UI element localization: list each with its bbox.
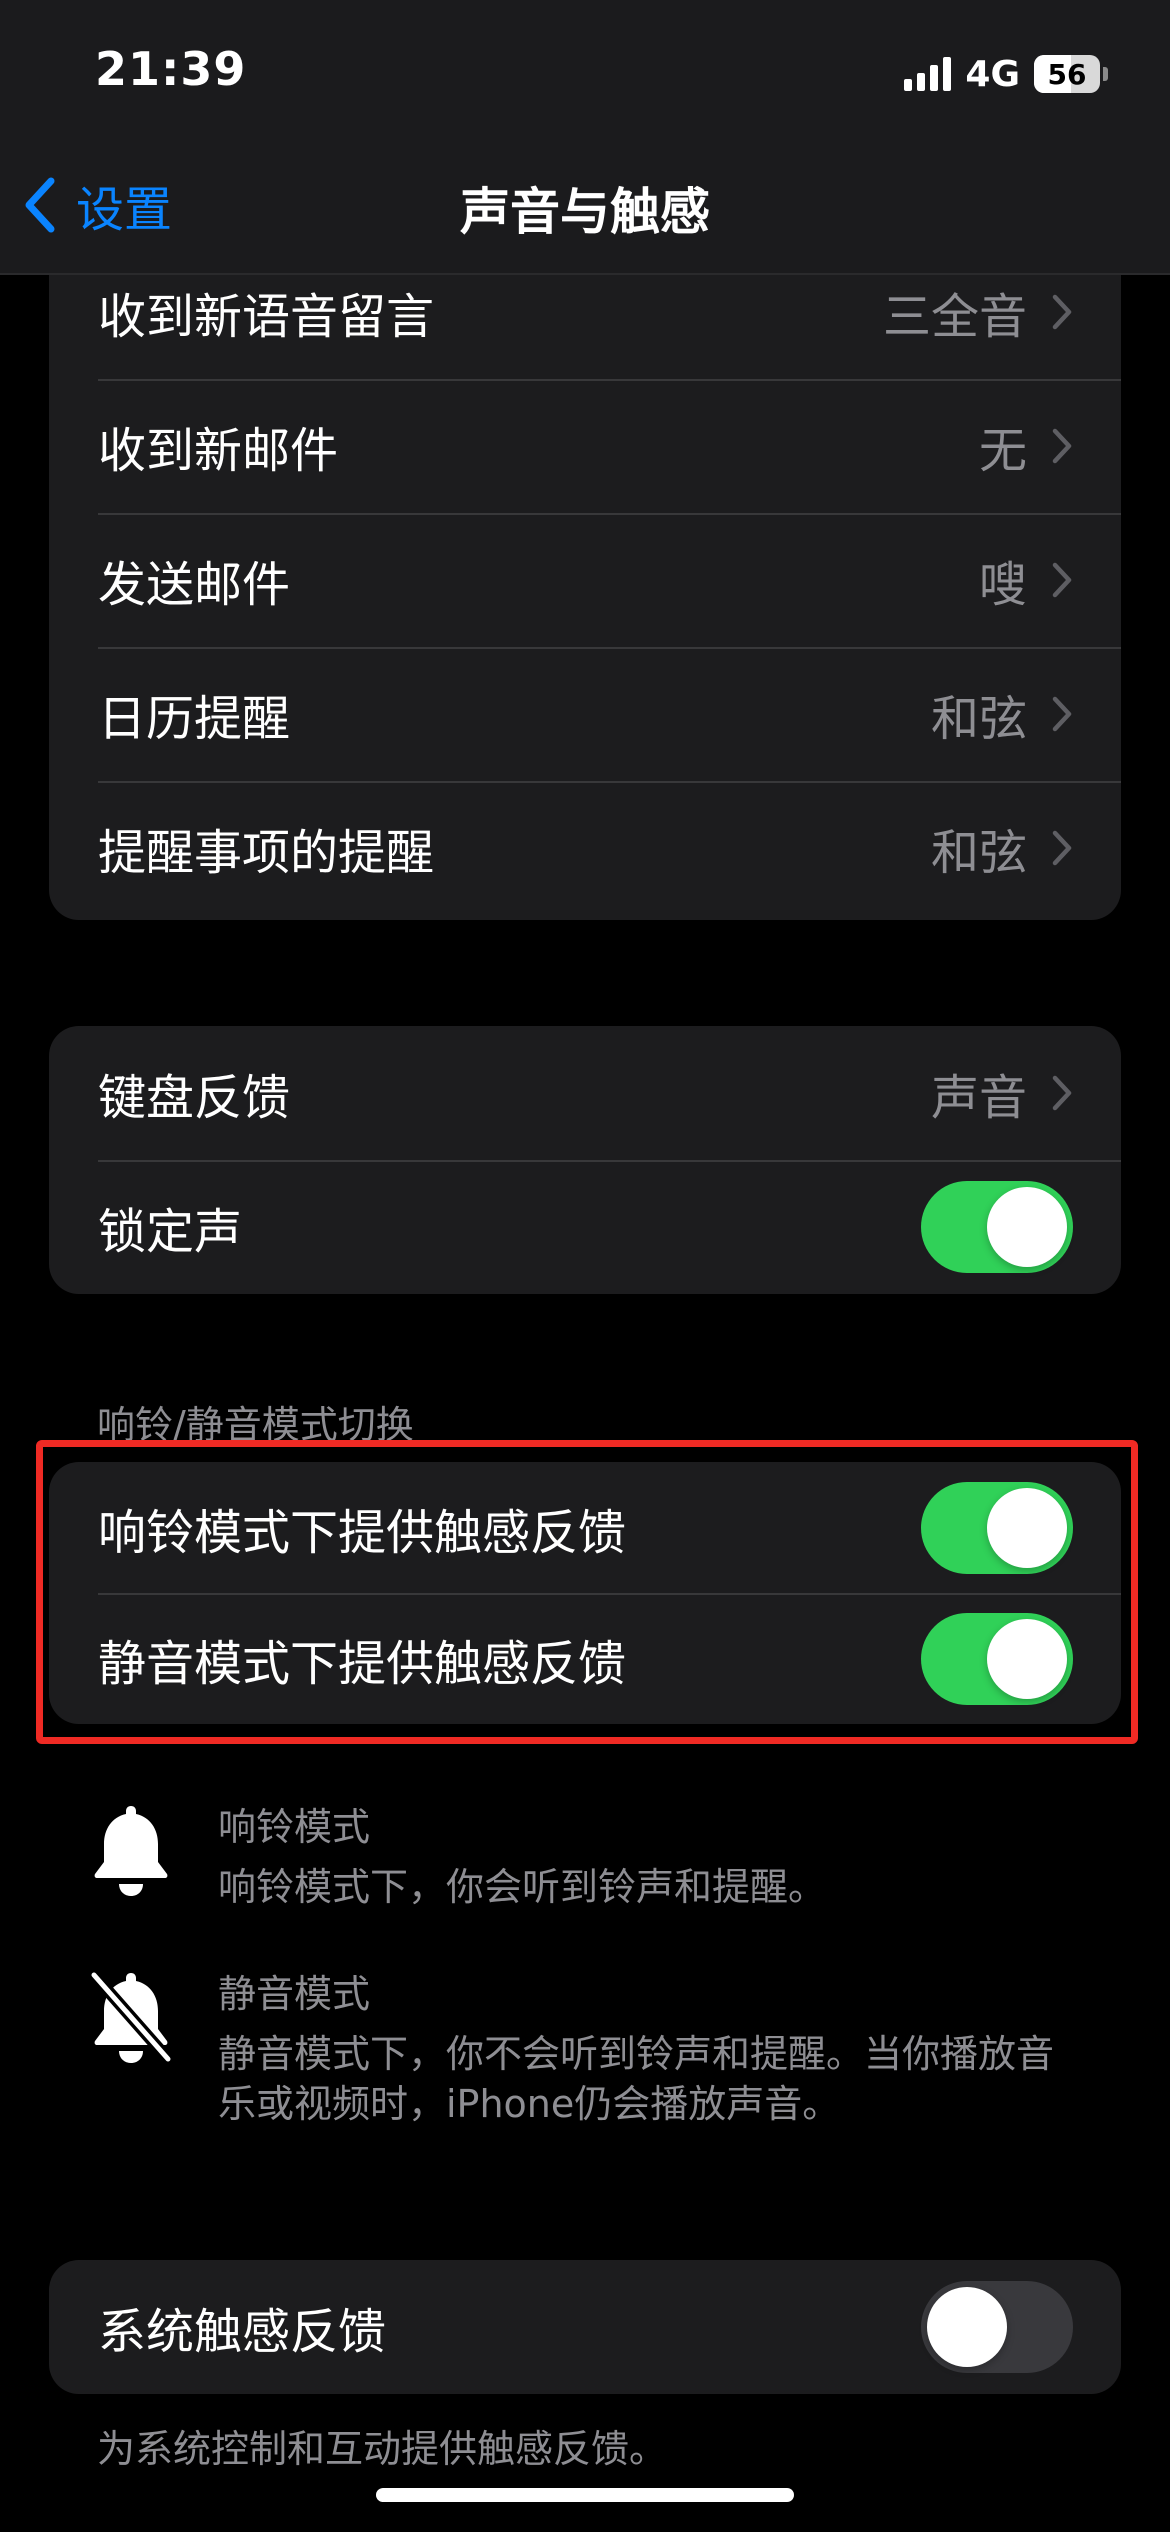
list-item-silent-haptics: 静音模式下提供触感反馈 [49, 1593, 1121, 1724]
ring-silent-group: 响铃模式下提供触感反馈 静音模式下提供触感反馈 [49, 1462, 1121, 1724]
list-item-sent-mail[interactable]: 发送邮件 嗖 [49, 513, 1121, 647]
silent-mode-info: 静音模式 静音模式下，你不会听到铃声和提醒。当你播放音 乐或视频时，iPhone… [86, 1967, 1088, 2129]
silent-mode-description: 静音模式下，你不会听到铃声和提醒。当你播放音 乐或视频时，iPhone仍会播放声… [218, 2029, 1088, 2129]
row-label: 发送邮件 [98, 557, 291, 613]
status-time: 21:39 [95, 42, 247, 96]
bell-icon [94, 1806, 168, 1896]
silent-mode-title: 静音模式 [218, 1972, 371, 2016]
ring-mode-description: 响铃模式下，你会听到铃声和提醒。 [218, 1865, 827, 1909]
chevron-right-icon [1052, 830, 1072, 866]
row-label: 收到新邮件 [98, 423, 339, 479]
toggle-knob [987, 1618, 1067, 1699]
chevron-right-icon [1052, 562, 1072, 598]
chevron-right-icon [1052, 294, 1072, 330]
section-header-ring-silent: 响铃/静音模式切换 [97, 1403, 414, 1447]
network-type: 4G [965, 53, 1020, 95]
ring-haptics-toggle[interactable] [921, 1481, 1073, 1574]
battery-percent: 56 [1047, 57, 1087, 91]
system-haptics-footer: 为系统控制和互动提供触感反馈。 [97, 2427, 668, 2471]
page-title: 声音与触感 [460, 183, 710, 241]
row-label: 日历提醒 [98, 691, 291, 747]
toggle-knob [987, 1487, 1067, 1568]
list-item-system-haptics: 系统触感反馈 [49, 2260, 1121, 2394]
list-item-ring-haptics: 响铃模式下提供触感反馈 [49, 1462, 1121, 1593]
silent-desc-line1: 静音模式下，你不会听到铃声和提醒。当你播放音 [218, 2032, 1055, 2076]
list-item-reminder-alerts[interactable]: 提醒事项的提醒 和弦 [49, 781, 1121, 915]
lock-sound-toggle[interactable] [921, 1181, 1073, 1273]
list-item-calendar-alerts[interactable]: 日历提醒 和弦 [49, 647, 1121, 781]
row-value: 三全音 [882, 289, 1027, 345]
chevron-right-icon [1052, 428, 1072, 464]
cellular-signal-icon [904, 57, 952, 91]
silent-haptics-toggle[interactable] [921, 1612, 1073, 1705]
row-value: 和弦 [930, 825, 1027, 881]
toggle-knob [927, 2287, 1007, 2367]
list-item-keyboard-feedback[interactable]: 键盘反馈 声音 [49, 1026, 1121, 1160]
bell-slash-icon [88, 1969, 174, 2065]
sounds-group: 收到新语音留言 三全音 收到新邮件 无 发送邮件 嗖 日历提醒 和弦 提醒事项的… [49, 245, 1121, 920]
row-label: 提醒事项的提醒 [98, 825, 435, 881]
row-label: 锁定声 [98, 1204, 243, 1260]
row-label: 收到新语音留言 [98, 289, 435, 345]
silent-desc-line2: 乐或视频时，iPhone仍会播放声音。 [218, 2082, 841, 2126]
list-item-new-mail[interactable]: 收到新邮件 无 [49, 379, 1121, 513]
ring-mode-info: 响铃模式 响铃模式下，你会听到铃声和提醒。 [86, 1800, 1088, 1912]
row-label: 静音模式下提供触感反馈 [98, 1635, 627, 1692]
system-haptics-toggle[interactable] [921, 2281, 1073, 2373]
chevron-right-icon [1052, 696, 1072, 732]
home-indicator [376, 2488, 794, 2502]
status-indicators: 4G 56 [904, 53, 1108, 95]
row-label: 键盘反馈 [98, 1070, 291, 1126]
battery-icon: 56 [1034, 55, 1108, 93]
row-value: 无 [978, 423, 1027, 479]
system-haptics-group: 系统触感反馈 [49, 2260, 1121, 2394]
ring-mode-title: 响铃模式 [218, 1805, 371, 1849]
row-value: 声音 [930, 1070, 1027, 1126]
row-label: 系统触感反馈 [98, 2304, 387, 2360]
navigation-bar: 21:39 4G 56 设置 声音与触感 [0, 0, 1170, 275]
chevron-right-icon [1052, 1075, 1072, 1111]
row-label: 响铃模式下提供触感反馈 [98, 1504, 627, 1561]
feedback-group: 键盘反馈 声音 锁定声 [49, 1026, 1121, 1294]
row-value: 和弦 [930, 691, 1027, 747]
row-value: 嗖 [978, 557, 1027, 613]
list-item-lock-sound: 锁定声 [49, 1160, 1121, 1294]
toggle-knob [987, 1187, 1067, 1267]
